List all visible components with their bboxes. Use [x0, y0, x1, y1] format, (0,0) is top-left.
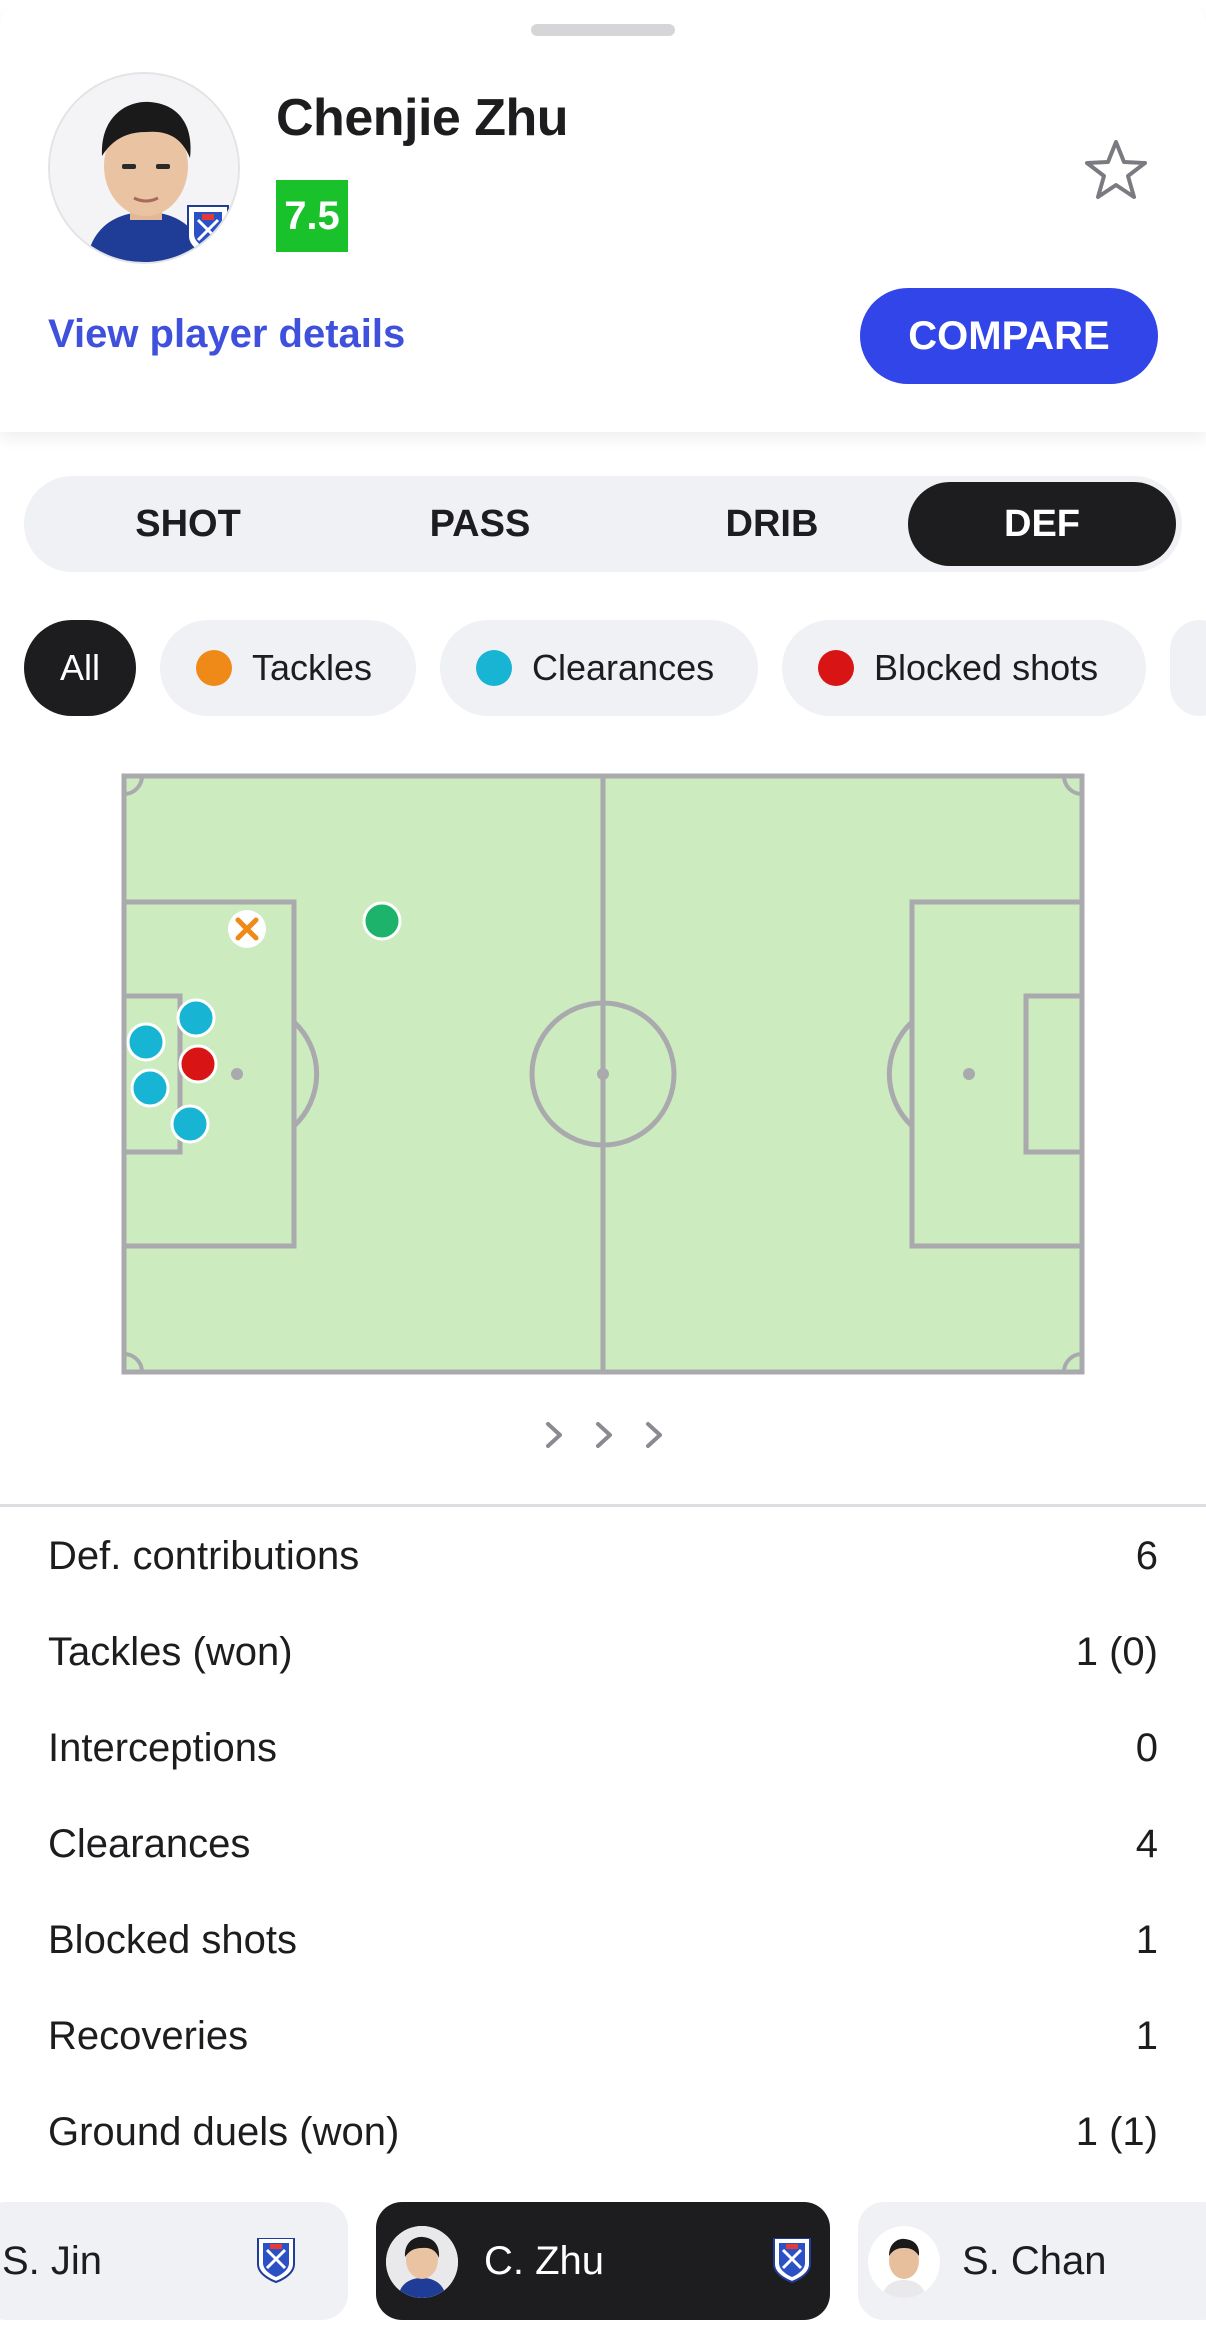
filter-chip-all[interactable]: All	[24, 620, 136, 716]
rating-badge: 7.5	[276, 180, 348, 252]
filter-chip-label: Clearances	[532, 647, 715, 688]
stat-value: 1 (1)	[1075, 2109, 1158, 2154]
stat-value: 1 (0)	[1075, 1629, 1158, 1674]
filter-chip-more[interactable]	[1170, 620, 1206, 716]
player-name: Chenjie Zhu	[276, 89, 569, 147]
player-header-card: Chenjie Zhu 7.5 View player details COMP…	[0, 0, 1206, 432]
filter-chip-clearances[interactable]: Clearances	[440, 620, 758, 716]
player-avatar	[48, 72, 240, 264]
stat-label: Clearances	[48, 1821, 251, 1866]
compare-button[interactable]: COMPARE	[860, 288, 1158, 384]
clearance-marker[interactable]	[130, 1068, 170, 1108]
player-card-avatar	[386, 2226, 458, 2298]
recovery-marker[interactable]	[362, 901, 402, 941]
stat-label: Ground duels (won)	[48, 2109, 400, 2154]
blocked-shots-dot-icon	[818, 650, 854, 686]
stat-row-tackles: Tackles (won) 1 (0)	[48, 1622, 1158, 1682]
stat-row-interceptions: Interceptions 0	[48, 1718, 1158, 1778]
filter-chip-blocked-shots[interactable]: Blocked shots	[782, 620, 1146, 716]
stat-row-clearances: Clearances 4	[48, 1814, 1158, 1874]
player-card-s-chan[interactable]: S. Chan	[858, 2202, 1206, 2320]
tab-drib[interactable]: DRIB	[638, 482, 906, 566]
filter-chip-label: Blocked shots	[874, 647, 1099, 688]
stat-label: Interceptions	[48, 1725, 278, 1770]
favorite-star-icon[interactable]	[1080, 134, 1152, 206]
player-card-s-jin[interactable]: S. Jin	[0, 2202, 348, 2320]
section-divider	[0, 1504, 1206, 1507]
defensive-actions-pitch	[121, 773, 1085, 1375]
tab-def[interactable]: DEF	[908, 482, 1176, 566]
clearance-marker[interactable]	[170, 1104, 210, 1144]
stat-value: 1	[1135, 1917, 1158, 1962]
player-switcher: S. Jin C. Zhu S. Chan	[0, 2190, 1206, 2334]
player-card-name: C. Zhu	[484, 2238, 605, 2283]
player-card-name: S. Jin	[2, 2238, 103, 2283]
club-badge-icon	[773, 2238, 811, 2284]
stat-label: Recoveries	[48, 2013, 249, 2058]
stat-row-ground-duels: Ground duels (won) 1 (1)	[48, 2102, 1158, 2162]
blocked-shot-marker[interactable]	[178, 1044, 218, 1084]
filter-chip-label: All	[59, 647, 100, 688]
stat-row-blocked-shots: Blocked shots 1	[48, 1910, 1158, 1970]
tab-pass[interactable]: PASS	[346, 482, 614, 566]
tab-shot[interactable]: SHOT	[54, 482, 322, 566]
stat-label: Tackles (won)	[48, 1629, 293, 1674]
tackles-dot-icon	[196, 650, 232, 686]
sheet-grabber[interactable]	[531, 24, 675, 36]
attack-direction-chevrons-icon	[546, 1422, 662, 1448]
player-card-avatar	[868, 2226, 940, 2298]
filter-chip-label: Tackles	[252, 647, 373, 688]
tackle-lost-marker[interactable]	[228, 910, 266, 948]
filter-chip-tackles[interactable]: Tackles	[160, 620, 416, 716]
stat-category-tabs: SHOT PASS DRIB DEF	[24, 476, 1182, 572]
clearance-marker[interactable]	[176, 998, 216, 1038]
stat-row-def-contributions: Def. contributions 6	[48, 1526, 1158, 1586]
stat-value: 0	[1135, 1725, 1158, 1770]
stat-label: Def. contributions	[48, 1533, 360, 1578]
clearances-dot-icon	[476, 650, 512, 686]
player-card-name: S. Chan	[962, 2238, 1107, 2283]
stat-label: Blocked shots	[48, 1917, 298, 1962]
stat-value: 4	[1135, 1821, 1158, 1866]
stat-value: 6	[1135, 1533, 1158, 1578]
stat-value: 1	[1135, 2013, 1158, 2058]
view-player-details-link[interactable]: View player details	[48, 312, 405, 357]
player-card-c-zhu[interactable]: C. Zhu	[376, 2202, 830, 2320]
clearance-marker[interactable]	[126, 1022, 166, 1062]
club-badge-icon	[257, 2238, 295, 2284]
stat-row-recoveries: Recoveries 1	[48, 2006, 1158, 2066]
